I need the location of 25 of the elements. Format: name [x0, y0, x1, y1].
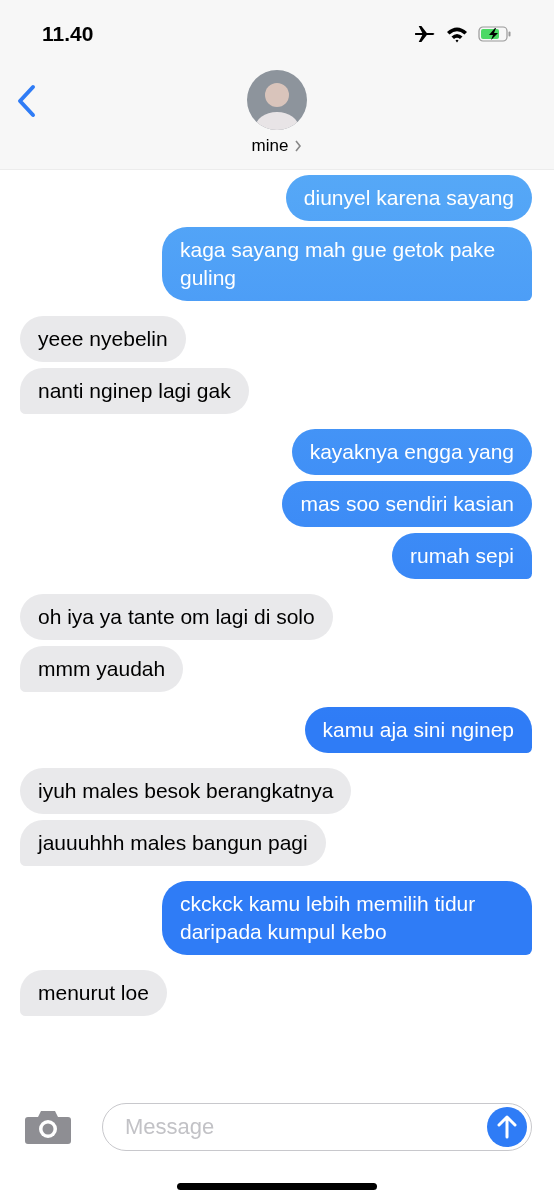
message-bubble: diunyel karena sayang	[285, 175, 532, 221]
message-bubble: mas soo sendiri kasian	[282, 481, 532, 527]
camera-icon[interactable]	[24, 1109, 72, 1145]
contact-name[interactable]: mine	[251, 136, 303, 156]
send-button[interactable]	[487, 1107, 527, 1147]
back-button[interactable]	[16, 84, 36, 118]
message-bubble: menurut loe	[20, 970, 167, 1016]
message-bubble: kaga sayang mah gue getok pake guling	[162, 227, 532, 301]
message-input[interactable]: Message	[123, 1113, 487, 1141]
airplane-icon	[414, 25, 436, 43]
chevron-icon	[294, 140, 303, 152]
avatar[interactable]	[247, 70, 307, 130]
message-bubble: oh iya ya tante om lagi di solo	[20, 594, 333, 640]
message-bubble: iyuh males besok berangkatnya	[20, 768, 352, 814]
message-bubble: ckckck kamu lebih memilih tidur daripada kumpul kebo	[162, 881, 532, 955]
message-bubble: yeee nyebelin	[20, 316, 186, 362]
message-bubble: kamu aja sini nginep	[304, 707, 532, 753]
wifi-icon	[446, 25, 468, 43]
message-bubble: nanti nginep lagi gak	[20, 368, 249, 414]
message-bubble: rumah sepi	[392, 533, 532, 579]
message-bubble: mmm yaudah	[20, 646, 184, 692]
battery-icon	[478, 26, 512, 42]
message-bubble: kayaknya engga yang	[291, 429, 532, 475]
status-time: 11.40	[42, 22, 94, 46]
message-bubble: jauuuhhh males bangun pagi	[20, 820, 326, 866]
